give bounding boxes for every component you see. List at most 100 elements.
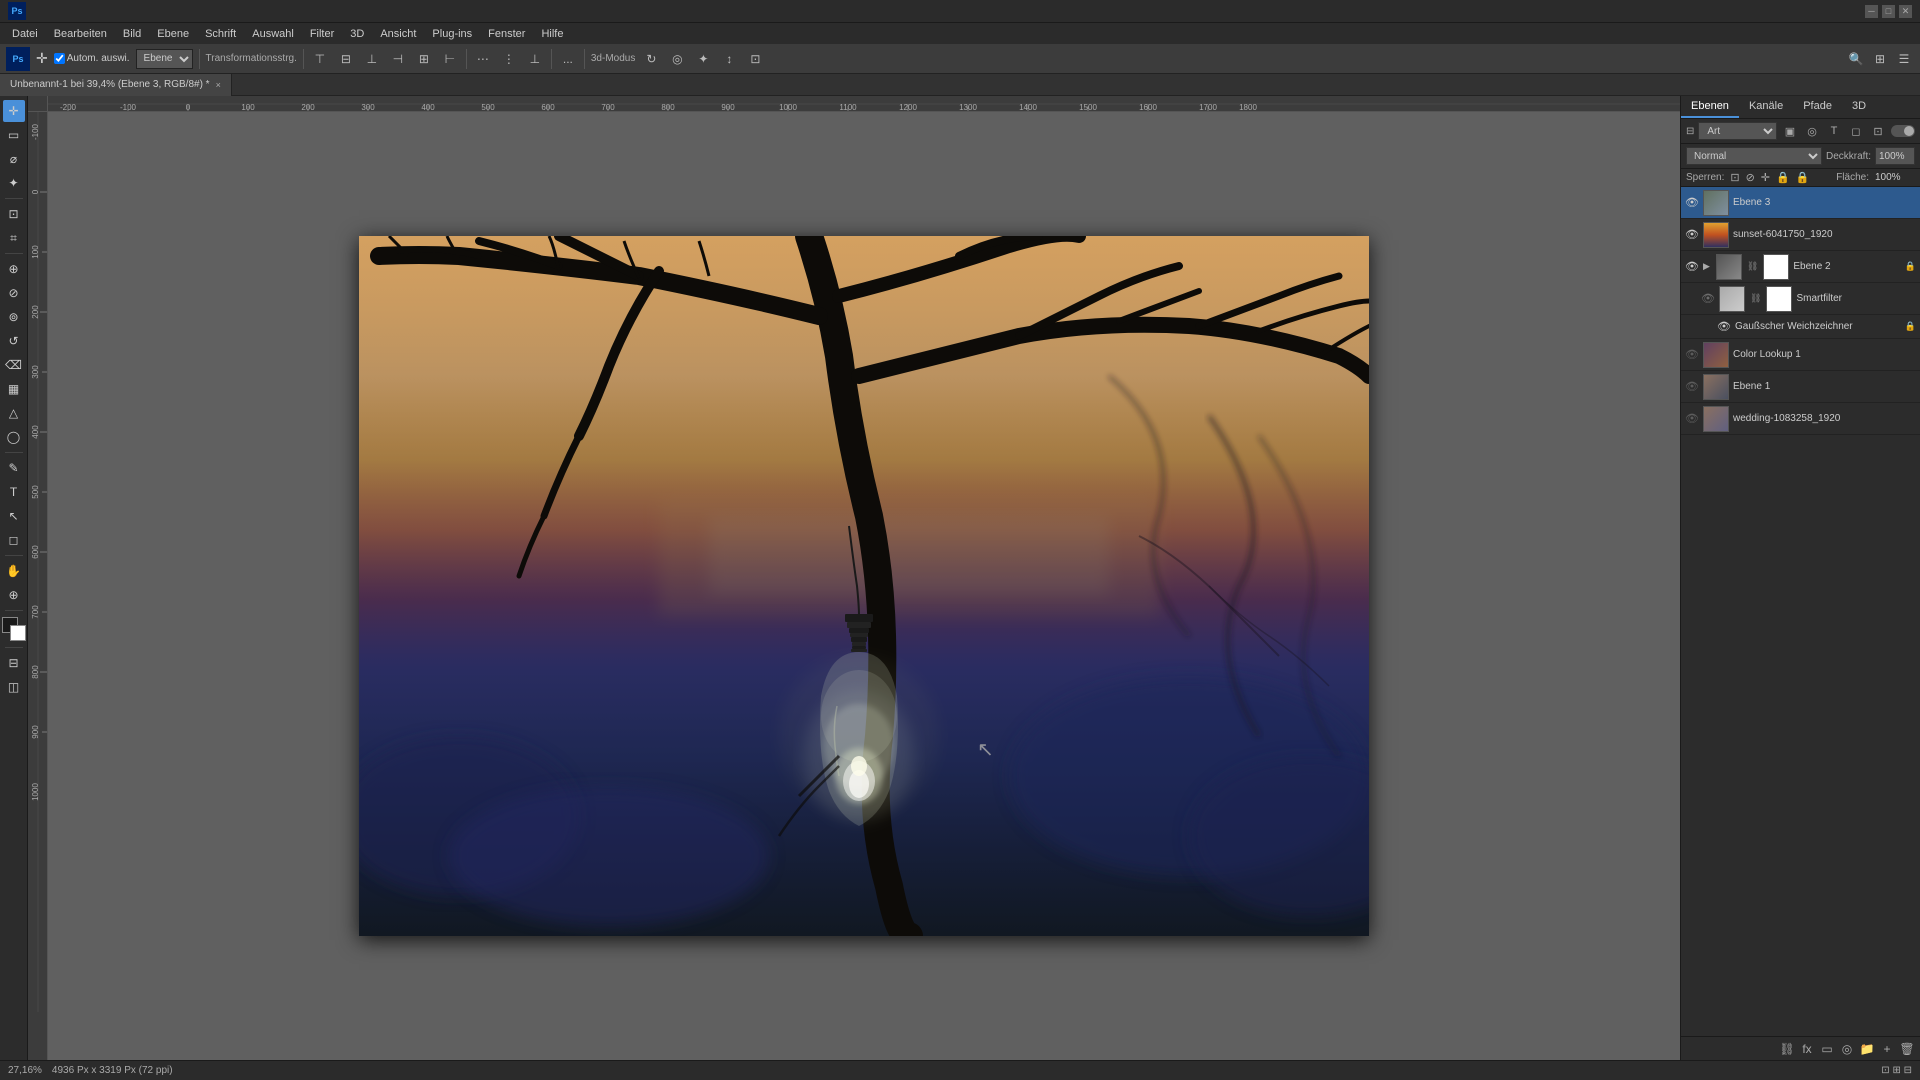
layer-visibility-smartfilter[interactable]: 👁 xyxy=(1701,292,1715,306)
color-boxes[interactable] xyxy=(2,617,26,641)
layers-tab[interactable]: Ebenen xyxy=(1681,96,1739,118)
clone-stamp-tool-btn[interactable]: ⊚ xyxy=(3,306,25,328)
lock-paint-btn[interactable]: ⊘ xyxy=(1746,171,1755,184)
tab-close-btn[interactable]: × xyxy=(216,80,221,90)
minimize-button[interactable]: ─ xyxy=(1865,5,1878,18)
menu-datei[interactable]: Datei xyxy=(4,26,46,42)
menu-3d[interactable]: 3D xyxy=(342,26,372,42)
filter-text-btn[interactable]: T xyxy=(1825,122,1843,140)
ebene2-expand-btn[interactable]: ▶ xyxy=(1703,261,1710,272)
lock-all-btn[interactable]: 🔒 xyxy=(1796,171,1810,184)
layer-style-btn[interactable]: fx xyxy=(1798,1040,1816,1058)
history-brush-tool-btn[interactable]: ↺ xyxy=(3,330,25,352)
type-tool-btn[interactable]: T xyxy=(3,481,25,503)
background-color[interactable] xyxy=(10,625,26,641)
eyedropper-tool-btn[interactable]: ⌗ xyxy=(3,227,25,249)
align-bottom-btn[interactable]: ⊥ xyxy=(362,49,382,69)
filter-shape-btn[interactable]: ◻ xyxy=(1847,122,1865,140)
path-select-tool-btn[interactable]: ↖ xyxy=(3,505,25,527)
align-vcenter-btn[interactable]: ⊟ xyxy=(336,49,356,69)
document-tab[interactable]: Unbenannt-1 bei 39,4% (Ebene 3, RGB/8#) … xyxy=(0,74,232,96)
3d-pan-btn[interactable]: ✦ xyxy=(693,49,713,69)
distribute-center-btn[interactable]: ⋮ xyxy=(499,49,519,69)
3d-roll-btn[interactable]: ◎ xyxy=(667,49,687,69)
pen-tool-btn[interactable]: ✎ xyxy=(3,457,25,479)
menu-bild[interactable]: Bild xyxy=(115,26,149,42)
blend-mode-select[interactable]: Normal xyxy=(1686,147,1822,165)
zoom-tool-btn[interactable]: ⊕ xyxy=(3,584,25,606)
menu-fenster[interactable]: Fenster xyxy=(480,26,533,42)
filter-pixel-btn[interactable]: ▣ xyxy=(1781,122,1799,140)
menu-auswahl[interactable]: Auswahl xyxy=(244,26,302,42)
brush-tool-btn[interactable]: ⊘ xyxy=(3,282,25,304)
menu-hilfe[interactable]: Hilfe xyxy=(533,26,571,42)
menu-schrift[interactable]: Schrift xyxy=(197,26,244,42)
layer-visibility-ebene3[interactable]: 👁 xyxy=(1685,196,1699,210)
adjustment-btn[interactable]: ◎ xyxy=(1838,1040,1856,1058)
layer-item-sunset[interactable]: 👁 sunset-6041750_1920 xyxy=(1681,219,1920,251)
layer-item-gaussian[interactable]: 👁 Gaußscher Weichzeichner 🔒 xyxy=(1681,315,1920,339)
distribute-top-btn[interactable]: ⋯ xyxy=(473,49,493,69)
align-right-btn[interactable]: ⊢ xyxy=(440,49,460,69)
rect-select-tool-btn[interactable]: ▭ xyxy=(3,124,25,146)
group-btn[interactable]: 📁 xyxy=(1858,1040,1876,1058)
layer-mask-btn[interactable]: ▭ xyxy=(1818,1040,1836,1058)
eraser-tool-btn[interactable]: ⌫ xyxy=(3,354,25,376)
magic-wand-tool-btn[interactable]: ✦ xyxy=(3,172,25,194)
search-btn[interactable]: 🔍 xyxy=(1846,49,1866,69)
layer-item-ebene2[interactable]: 👁 ▶ ⛓ Ebene 2 🔒 xyxy=(1681,251,1920,283)
screen-mode-btn[interactable]: ◫ xyxy=(3,676,25,698)
layer-type-filter[interactable]: Art xyxy=(1698,122,1777,140)
shape-tool-btn[interactable]: ◻ xyxy=(3,529,25,551)
align-top-btn[interactable]: ⊤ xyxy=(310,49,330,69)
lasso-tool-btn[interactable]: ⌀ xyxy=(3,148,25,170)
channels-tab[interactable]: Kanäle xyxy=(1739,96,1793,118)
dodge-tool-btn[interactable]: ◯ xyxy=(3,426,25,448)
menu-ansicht[interactable]: Ansicht xyxy=(372,26,424,42)
window-controls[interactable]: ─ □ ✕ xyxy=(1865,5,1912,18)
layer-item-wedding[interactable]: 👁 wedding-1083258_1920 xyxy=(1681,403,1920,435)
filter-smart-btn[interactable]: ⊡ xyxy=(1869,122,1887,140)
layer-item-ebene3[interactable]: 👁 Ebene 3 xyxy=(1681,187,1920,219)
layer-visibility-color-lookup[interactable]: 👁 xyxy=(1685,348,1699,362)
menu-ebene[interactable]: Ebene xyxy=(149,26,197,42)
autom-checkbox[interactable] xyxy=(54,53,65,64)
crop-tool-btn[interactable]: ⊡ xyxy=(3,203,25,225)
filter-adj-btn[interactable]: ◎ xyxy=(1803,122,1821,140)
quick-mask-btn[interactable]: ⊟ xyxy=(3,652,25,674)
close-button[interactable]: ✕ xyxy=(1899,5,1912,18)
maximize-button[interactable]: □ xyxy=(1882,5,1895,18)
canvas-scroll[interactable]: ↖ xyxy=(48,112,1680,1060)
3d-tab[interactable]: 3D xyxy=(1842,96,1876,118)
layer-item-color-lookup[interactable]: 👁 Color Lookup 1 xyxy=(1681,339,1920,371)
blur-tool-btn[interactable]: △ xyxy=(3,402,25,424)
lock-pixel-btn[interactable]: ⊡ xyxy=(1730,171,1739,184)
distribute-bottom-btn[interactable]: ⊥ xyxy=(525,49,545,69)
link-layers-btn[interactable]: ⛓ xyxy=(1778,1040,1796,1058)
delete-layer-btn[interactable]: 🗑 xyxy=(1898,1040,1916,1058)
paths-tab[interactable]: Pfade xyxy=(1793,96,1842,118)
layer-visibility-ebene1[interactable]: 👁 xyxy=(1685,380,1699,394)
new-layer-btn[interactable]: + xyxy=(1878,1040,1896,1058)
menu-bearbeiten[interactable]: Bearbeiten xyxy=(46,26,115,42)
workspace-btn[interactable]: ☰ xyxy=(1894,49,1914,69)
gradient-tool-btn[interactable]: ▦ xyxy=(3,378,25,400)
layer-visibility-wedding[interactable]: 👁 xyxy=(1685,412,1699,426)
spot-heal-tool-btn[interactable]: ⊕ xyxy=(3,258,25,280)
opacity-input[interactable] xyxy=(1875,147,1915,165)
move-tool-btn[interactable]: ✛ xyxy=(3,100,25,122)
3d-rotate-btn[interactable]: ↻ xyxy=(641,49,661,69)
arrange-btn[interactable]: ⊞ xyxy=(1870,49,1890,69)
lock-artboard-btn[interactable]: ✛ xyxy=(1761,171,1770,184)
layer-item-smartfilter[interactable]: 👁 ⛓ Smartfilter xyxy=(1681,283,1920,315)
layer-visibility-sunset[interactable]: 👁 xyxy=(1685,228,1699,242)
lock-position-btn[interactable]: 🔒 xyxy=(1776,171,1790,184)
align-left-btn[interactable]: ⊣ xyxy=(388,49,408,69)
hand-tool-btn[interactable]: ✋ xyxy=(3,560,25,582)
3d-slide-btn[interactable]: ↕ xyxy=(719,49,739,69)
menu-plugins[interactable]: Plug-ins xyxy=(424,26,480,42)
layer-item-ebene1[interactable]: 👁 Ebene 1 xyxy=(1681,371,1920,403)
menu-filter[interactable]: Filter xyxy=(302,26,342,42)
layer-visibility-ebene2[interactable]: 👁 xyxy=(1685,260,1699,274)
layer-visibility-gaussian[interactable]: 👁 xyxy=(1717,320,1731,334)
